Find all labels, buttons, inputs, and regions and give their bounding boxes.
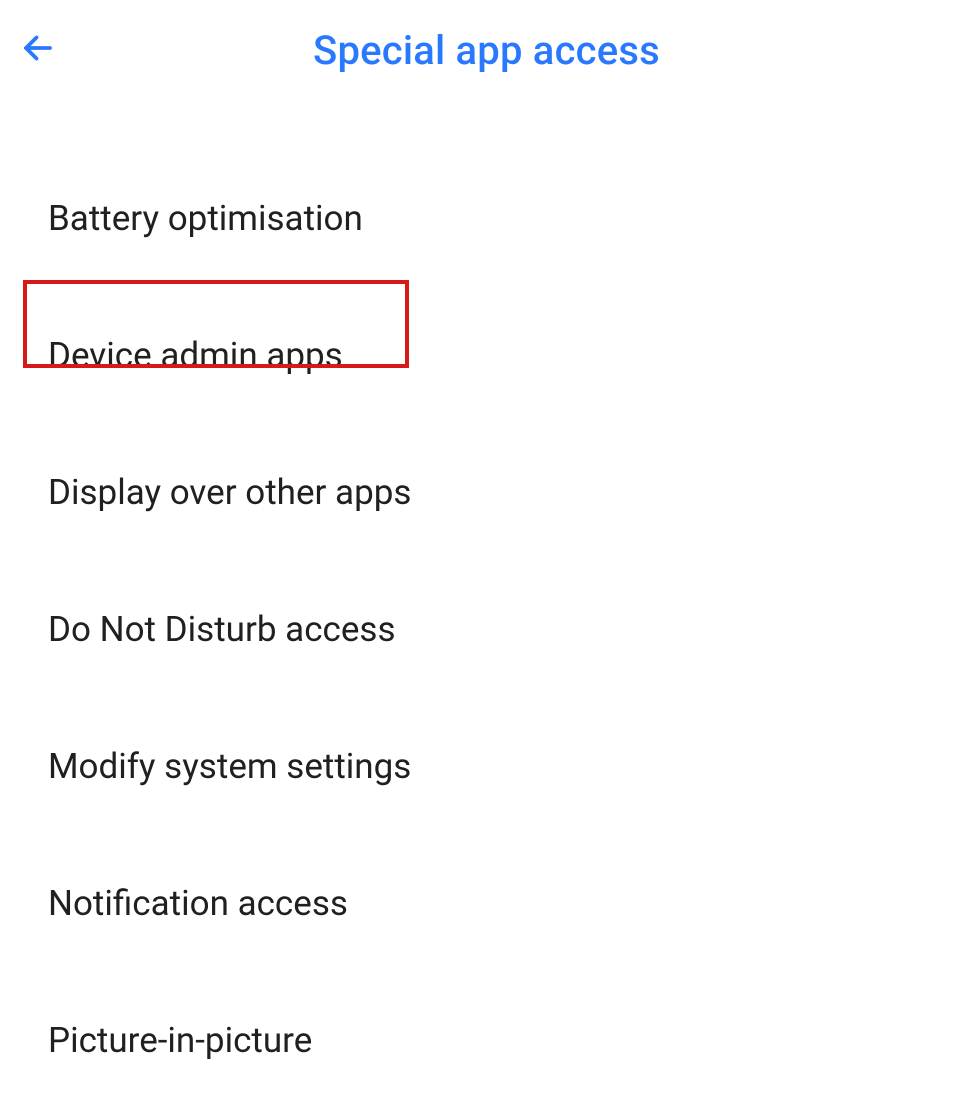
- list-item-label: Picture-in-picture: [48, 1020, 312, 1061]
- settings-list: Battery optimisation Device admin apps D…: [0, 100, 973, 1109]
- list-item-label: Do Not Disturb access: [48, 609, 396, 650]
- list-item-battery-optimisation[interactable]: Battery optimisation: [0, 150, 973, 287]
- list-item-label: Device admin apps: [48, 335, 343, 376]
- list-item-display-over-other-apps[interactable]: Display over other apps: [0, 424, 973, 561]
- page-title: Special app access: [0, 27, 973, 74]
- list-item-picture-in-picture[interactable]: Picture-in-picture: [0, 972, 973, 1109]
- list-item-label: Notification access: [48, 883, 348, 924]
- list-item-label: Modify system settings: [48, 746, 411, 787]
- list-item-label: Battery optimisation: [48, 198, 363, 239]
- arrow-left-icon: [20, 30, 56, 70]
- list-item-do-not-disturb-access[interactable]: Do Not Disturb access: [0, 561, 973, 698]
- back-button[interactable]: [18, 30, 58, 70]
- list-item-label: Display over other apps: [48, 472, 411, 513]
- list-item-device-admin-apps[interactable]: Device admin apps: [0, 287, 973, 424]
- list-item-notification-access[interactable]: Notification access: [0, 835, 973, 972]
- list-item-modify-system-settings[interactable]: Modify system settings: [0, 698, 973, 835]
- header: Special app access: [0, 0, 973, 100]
